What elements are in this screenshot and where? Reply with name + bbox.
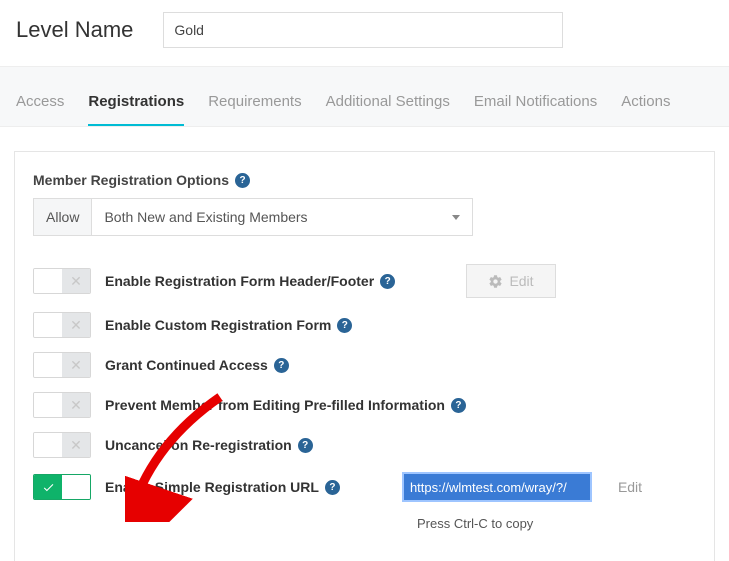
- allow-select-value: Both New and Existing Members: [104, 209, 307, 225]
- gear-icon: [488, 274, 503, 289]
- tab-access[interactable]: Access: [16, 93, 64, 126]
- x-icon: ✕: [70, 437, 82, 454]
- option-label: Enable Simple Registration URL: [105, 479, 319, 495]
- toggle-grant-access[interactable]: ✕: [33, 352, 91, 378]
- tab-email-notifications[interactable]: Email Notifications: [474, 93, 597, 126]
- edit-link[interactable]: Edit: [618, 479, 642, 495]
- option-label: Enable Custom Registration Form: [105, 317, 331, 333]
- option-label: Enable Registration Form Header/Footer: [105, 273, 374, 289]
- x-icon: ✕: [70, 397, 82, 414]
- registrations-panel: Member Registration Options ? Allow Both…: [14, 151, 715, 561]
- simple-url-input[interactable]: [402, 472, 592, 502]
- tabs-bar: Access Registrations Requirements Additi…: [0, 66, 729, 127]
- allow-label: Allow: [33, 198, 91, 236]
- check-icon: [42, 481, 55, 494]
- tab-requirements[interactable]: Requirements: [208, 93, 301, 126]
- help-icon[interactable]: ?: [274, 358, 289, 373]
- help-icon[interactable]: ?: [235, 173, 250, 188]
- allow-select[interactable]: Both New and Existing Members: [91, 198, 473, 236]
- edit-button-label: Edit: [509, 273, 533, 289]
- section-title: Member Registration Options: [33, 172, 229, 188]
- tab-registrations[interactable]: Registrations: [88, 93, 184, 126]
- toggle-prevent-edit[interactable]: ✕: [33, 392, 91, 418]
- option-label: Prevent Member from Editing Pre-filled I…: [105, 397, 445, 413]
- toggle-header-footer[interactable]: ✕: [33, 268, 91, 294]
- help-icon[interactable]: ?: [337, 318, 352, 333]
- x-icon: ✕: [70, 273, 82, 290]
- help-icon[interactable]: ?: [451, 398, 466, 413]
- help-icon[interactable]: ?: [380, 274, 395, 289]
- edit-button[interactable]: Edit: [466, 264, 556, 298]
- x-icon: ✕: [70, 357, 82, 374]
- option-label: Grant Continued Access: [105, 357, 268, 373]
- chevron-down-icon: [452, 215, 460, 220]
- tab-actions[interactable]: Actions: [621, 93, 670, 126]
- toggle-uncancel[interactable]: ✕: [33, 432, 91, 458]
- tab-additional-settings[interactable]: Additional Settings: [326, 93, 450, 126]
- copy-hint: Press Ctrl-C to copy: [417, 516, 696, 531]
- help-icon[interactable]: ?: [325, 480, 340, 495]
- help-icon[interactable]: ?: [298, 438, 313, 453]
- toggle-custom-form[interactable]: ✕: [33, 312, 91, 338]
- x-icon: ✕: [70, 317, 82, 334]
- level-name-label: Level Name: [16, 17, 133, 43]
- toggle-simple-url[interactable]: [33, 474, 91, 500]
- level-name-input[interactable]: [163, 12, 563, 48]
- option-label: Uncancel on Re-registration: [105, 437, 292, 453]
